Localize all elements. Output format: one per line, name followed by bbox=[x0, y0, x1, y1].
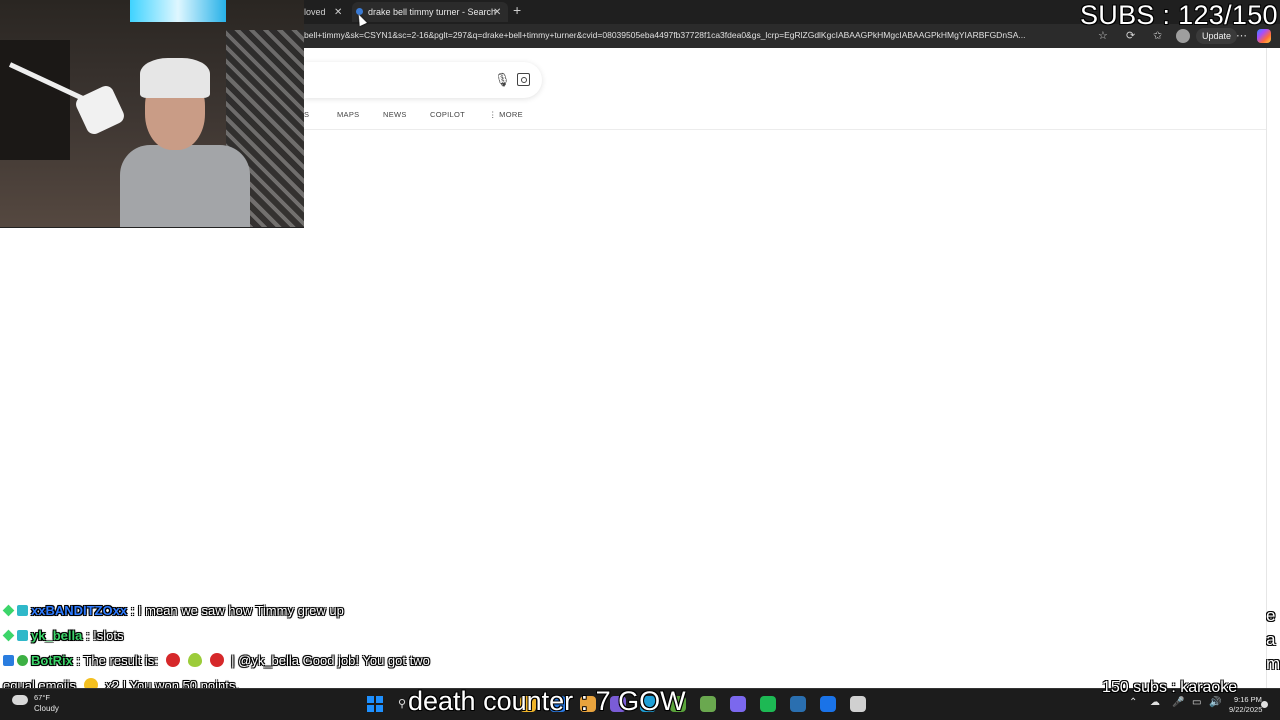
nav-divider bbox=[304, 129, 1266, 130]
taskbar-app-icon[interactable] bbox=[760, 696, 776, 712]
chat-text: : The result is: bbox=[72, 653, 162, 668]
ticker-letter: m bbox=[1266, 654, 1280, 673]
death-counter: death counter : 7 GOW bbox=[408, 686, 686, 716]
nav-tab-news[interactable]: NEWS bbox=[383, 110, 407, 119]
nav-tab-partial[interactable]: S bbox=[304, 110, 309, 119]
gem-badge-icon bbox=[2, 604, 15, 617]
chat-message: BotRix : The result is: | @yk_bella Good… bbox=[3, 648, 523, 673]
network-icon[interactable]: ▭ bbox=[1192, 697, 1201, 708]
onedrive-icon[interactable]: ☁ bbox=[1150, 697, 1160, 708]
taskbar-app-icon[interactable] bbox=[820, 696, 836, 712]
verified-badge-icon bbox=[17, 655, 28, 666]
screen: loved ✕ drake bell timmy turner - Search… bbox=[0, 0, 1280, 720]
taskbar-app-icon[interactable] bbox=[730, 696, 746, 712]
windows-start-icon[interactable] bbox=[367, 696, 383, 712]
gem-badge-icon bbox=[2, 629, 15, 642]
cloud-icon[interactable] bbox=[12, 695, 28, 705]
taskbar-app-icon[interactable] bbox=[790, 696, 806, 712]
chevron-up-icon[interactable]: ⌃ bbox=[1129, 697, 1137, 708]
tab-label: loved bbox=[304, 7, 326, 17]
webcam-overlay bbox=[0, 0, 304, 228]
profile-avatar[interactable] bbox=[1176, 29, 1190, 43]
microphone-tray-icon[interactable]: 🎤 bbox=[1172, 697, 1184, 708]
close-icon[interactable]: ✕ bbox=[334, 7, 342, 18]
visual-search-icon[interactable] bbox=[517, 73, 530, 86]
bot-badge-icon bbox=[3, 655, 14, 666]
search-icon[interactable]: ⚲ bbox=[398, 697, 406, 710]
taskbar-app-icon[interactable] bbox=[850, 696, 866, 712]
nav-tab-copilot[interactable]: COPILOT bbox=[430, 110, 465, 119]
weather-temperature[interactable]: 67°F bbox=[34, 693, 50, 702]
chat-overlay: xxBANDITZOxx : I mean we saw how Timmy g… bbox=[2, 598, 523, 698]
tab-label: drake bell timmy turner - Search bbox=[368, 7, 497, 17]
chat-username: yk_bella bbox=[31, 628, 83, 643]
clock-time[interactable]: 9:16 PM bbox=[1234, 695, 1262, 704]
cherries-emoji-icon bbox=[209, 653, 224, 667]
nav-tab-maps[interactable]: MAPS bbox=[337, 110, 359, 119]
ticker-letter: e bbox=[1266, 606, 1276, 625]
notification-icon[interactable] bbox=[1261, 701, 1268, 708]
chat-message: yk_bella : !slots bbox=[2, 623, 523, 648]
tab-search[interactable]: drake bell timmy turner - Search ✕ bbox=[352, 2, 508, 22]
plus-icon[interactable]: + bbox=[513, 2, 521, 18]
karaoke-goal: 150 subs : karaoke bbox=[1102, 679, 1238, 696]
volume-icon[interactable]: 🔊 bbox=[1209, 697, 1221, 708]
copilot-icon[interactable] bbox=[1257, 29, 1271, 43]
webcam-shelf bbox=[0, 40, 70, 160]
webcam-person bbox=[110, 40, 260, 227]
nav-tab-more[interactable]: ⋮ MORE bbox=[489, 110, 523, 119]
webcam-light bbox=[130, 0, 226, 22]
chat-text: | @yk_bella Good job! You got two bbox=[227, 653, 430, 668]
ticker-letter: a bbox=[1266, 630, 1276, 649]
url-field[interactable]: bell+timmy&sk=CSYN1&sc=2-16&pglt=297&q=d… bbox=[304, 30, 1094, 40]
taskbar-app-icon[interactable] bbox=[700, 696, 716, 712]
webcam-shirt bbox=[120, 145, 250, 227]
clock-date[interactable]: 9/22/2025 bbox=[1229, 705, 1262, 714]
webcam-hat bbox=[140, 58, 210, 98]
chat-username: BotRix bbox=[31, 653, 73, 668]
chat-text: : I mean we saw how Timmy grew up bbox=[127, 603, 344, 618]
chat-message: xxBANDITZOxx : I mean we saw how Timmy g… bbox=[2, 598, 523, 623]
pear-emoji-icon bbox=[187, 653, 202, 667]
close-icon[interactable]: ✕ bbox=[493, 7, 501, 18]
scrolling-ticker: e a m bbox=[1266, 604, 1280, 676]
weather-condition[interactable]: Cloudy bbox=[34, 704, 59, 713]
right-scroll-edge bbox=[1266, 48, 1280, 688]
cherries-emoji-icon bbox=[165, 653, 180, 667]
chat-text: : !slots bbox=[82, 628, 124, 643]
subs-counter: SUBS : 123/150 bbox=[1080, 0, 1278, 30]
microphone-icon[interactable]: 🎙 bbox=[494, 72, 511, 88]
tab-previous[interactable]: loved ✕ bbox=[304, 2, 352, 22]
hype-badge-icon bbox=[17, 630, 28, 641]
chat-username: xxBANDITZOxx bbox=[31, 603, 128, 618]
hype-badge-icon bbox=[17, 605, 28, 616]
